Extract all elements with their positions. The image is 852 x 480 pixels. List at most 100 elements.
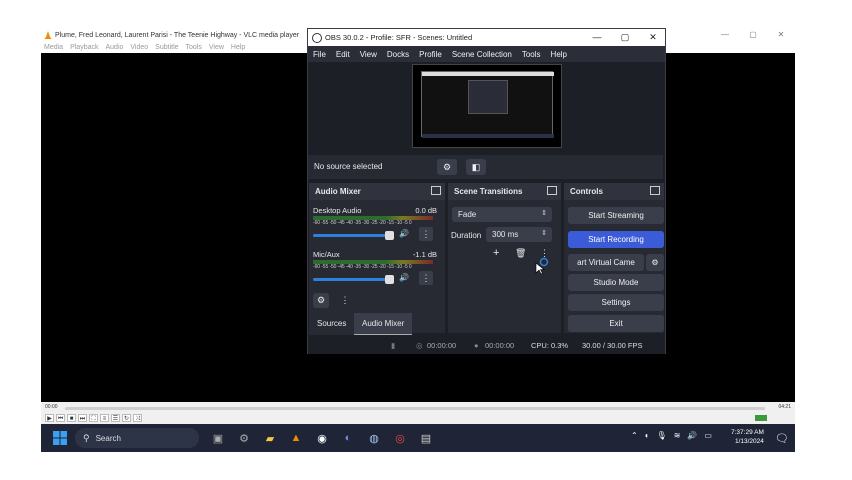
transition-select[interactable]: Fade ⇕ (452, 207, 552, 222)
discord-icon[interactable]: ◐ (339, 429, 357, 447)
taskbar-clock[interactable]: 7:37:29 AM 1/13/2024 (731, 428, 764, 446)
obs-menu-file[interactable]: File (313, 50, 326, 59)
chevron-up-icon[interactable]: ⌃ (631, 431, 638, 440)
vlc-menu-video[interactable]: Video (130, 44, 148, 51)
speaker-icon[interactable]: 🔊 (399, 273, 409, 282)
microphone-icon[interactable]: 🎙 (657, 431, 667, 440)
obs-menu-docks[interactable]: Docks (387, 50, 409, 59)
obs-menu-edit[interactable]: Edit (336, 50, 350, 59)
obs-minimize-button[interactable]: — (583, 29, 611, 46)
windows-start-icon[interactable] (51, 429, 69, 447)
obs-menu-help[interactable]: Help (551, 50, 567, 59)
wifi-icon[interactable]: ≋ (674, 431, 681, 440)
channel-menu-icon[interactable]: ⋮ (419, 227, 433, 241)
volume-slider-handle[interactable] (385, 231, 394, 240)
source-filters-icon[interactable]: ◧ (466, 159, 486, 175)
search-icon: ⚲ (83, 432, 90, 443)
settings-button[interactable]: Settings (568, 294, 664, 311)
vlc-menu-audio[interactable]: Audio (105, 44, 123, 51)
discord-tray-icon[interactable]: ◐ (645, 431, 650, 440)
channel-menu-icon[interactable]: ⋮ (419, 271, 433, 285)
vlc-total-time: 04:21 (778, 404, 791, 410)
obs-maximize-button[interactable]: ▢ (611, 29, 639, 46)
preview-title-strip (422, 72, 554, 76)
undock-icon[interactable] (431, 186, 441, 195)
vlc-menu-subtitle[interactable]: Subtitle (155, 44, 178, 51)
vlc-seek-bar[interactable] (65, 407, 765, 410)
volume-icon[interactable]: 🔊 (687, 431, 697, 440)
start-virtual-camera-button[interactable]: art Virtual Came (568, 254, 644, 271)
trash-icon[interactable]: 🗑 (515, 248, 526, 259)
start-streaming-button[interactable]: Start Streaming (568, 207, 664, 224)
shuffle-icon[interactable]: ⤨ (133, 414, 142, 422)
chevron-updown-icon: ⇕ (541, 210, 547, 217)
vlc-taskbar-icon[interactable]: ▲ (287, 429, 305, 447)
playlist-icon[interactable]: ☰ (111, 414, 120, 422)
vlc-minimize-button[interactable]: — (711, 28, 739, 42)
controls-header: Controls (564, 183, 664, 200)
channel-name: Desktop Audio (313, 206, 362, 215)
obs-menu-tools[interactable]: Tools (522, 50, 541, 59)
obs-menu-view[interactable]: View (360, 50, 377, 59)
obs-menu-scene-collection[interactable]: Scene Collection (452, 50, 512, 59)
tab-sources[interactable]: Sources (309, 313, 355, 335)
volume-slider[interactable] (313, 278, 393, 281)
obs-close-button[interactable]: ✕ (639, 29, 667, 46)
undock-icon[interactable] (650, 186, 660, 195)
battery-icon[interactable]: ▭ (704, 431, 712, 440)
app-icon[interactable]: ▤ (417, 429, 435, 447)
channel-db: -1.1 dB (412, 250, 437, 259)
extended-settings-icon[interactable]: ≡ (100, 414, 109, 422)
mixer-menu-icon[interactable]: ⋮ (337, 293, 353, 308)
fullscreen-icon[interactable]: ⛶ (89, 414, 98, 422)
previous-icon[interactable]: ⏮ (56, 414, 65, 422)
start-recording-button[interactable]: Start Recording (568, 231, 664, 248)
settings-gear-icon[interactable]: ⚙ (235, 429, 253, 447)
obs-taskbar-icon[interactable]: ◉ (313, 429, 331, 447)
duration-spinbox[interactable]: 300 ms ⇕ (486, 227, 552, 242)
tab-audio-mixer[interactable]: Audio Mixer (354, 313, 413, 335)
notification-icon[interactable]: 🗨 (773, 429, 791, 447)
undock-icon[interactable] (547, 186, 557, 195)
volume-slider-handle[interactable] (385, 275, 394, 284)
system-tray: ⌃ ◐ 🎙 ≋ 🔊 ▭ (631, 431, 712, 440)
exit-button[interactable]: Exit (568, 315, 664, 332)
vlc-maximize-button[interactable]: ▢ (739, 28, 767, 42)
obs-menu-profile[interactable]: Profile (419, 50, 442, 59)
controls-title: Controls (570, 187, 603, 196)
source-properties-gear-icon[interactable]: ⚙ (437, 159, 457, 175)
file-explorer-icon[interactable]: ▰ (261, 429, 279, 447)
volume-slider[interactable] (313, 234, 393, 237)
studio-mode-button[interactable]: Studio Mode (568, 274, 664, 291)
speaker-icon[interactable]: 🔊 (399, 229, 409, 238)
stream-status-icon: ◎ (416, 341, 423, 350)
steam-icon[interactable]: ◍ (365, 429, 383, 447)
loop-icon[interactable]: ↻ (122, 414, 131, 422)
scene-transitions-title: Scene Transitions (454, 187, 523, 196)
chevron-updown-icon: ⇕ (541, 230, 547, 237)
record-time: 00:00:00 (485, 341, 515, 350)
fps-readout: 30.00 / 30.00 FPS (582, 341, 643, 350)
add-transition-icon[interactable]: + (493, 247, 499, 259)
preview-obs-window (468, 80, 508, 114)
virtual-camera-gear-icon[interactable]: ⚙ (646, 254, 664, 271)
next-icon[interactable]: ⏭ (78, 414, 87, 422)
vlc-menu-media[interactable]: Media (44, 44, 63, 51)
preview-taskbar (422, 134, 554, 138)
vlc-close-button[interactable]: ✕ (767, 28, 795, 42)
vlc-menu-help[interactable]: Help (231, 44, 245, 51)
advanced-audio-gear-icon[interactable]: ⚙ (313, 293, 329, 308)
vlc-volume-bar[interactable] (755, 415, 767, 421)
vlc-menu-tools[interactable]: Tools (186, 44, 202, 51)
task-view-icon[interactable]: ▣ (209, 429, 227, 447)
play-icon[interactable]: ▶ (45, 414, 54, 422)
vlc-window-title: Plume, Fred Leonard, Laurent Parisi - Th… (55, 31, 300, 39)
taskbar-search-box[interactable]: ⚲ Search (75, 428, 199, 448)
transition-value: Fade (458, 210, 477, 219)
obs-preview[interactable] (412, 64, 562, 148)
vlc-menu-playback[interactable]: Playback (70, 44, 98, 51)
vlc-elapsed-time: 00:00 (45, 404, 58, 410)
vlc-menu-view[interactable]: View (209, 44, 224, 51)
stop-icon[interactable]: ■ (67, 414, 76, 422)
chrome-icon[interactable]: ◎ (391, 429, 409, 447)
